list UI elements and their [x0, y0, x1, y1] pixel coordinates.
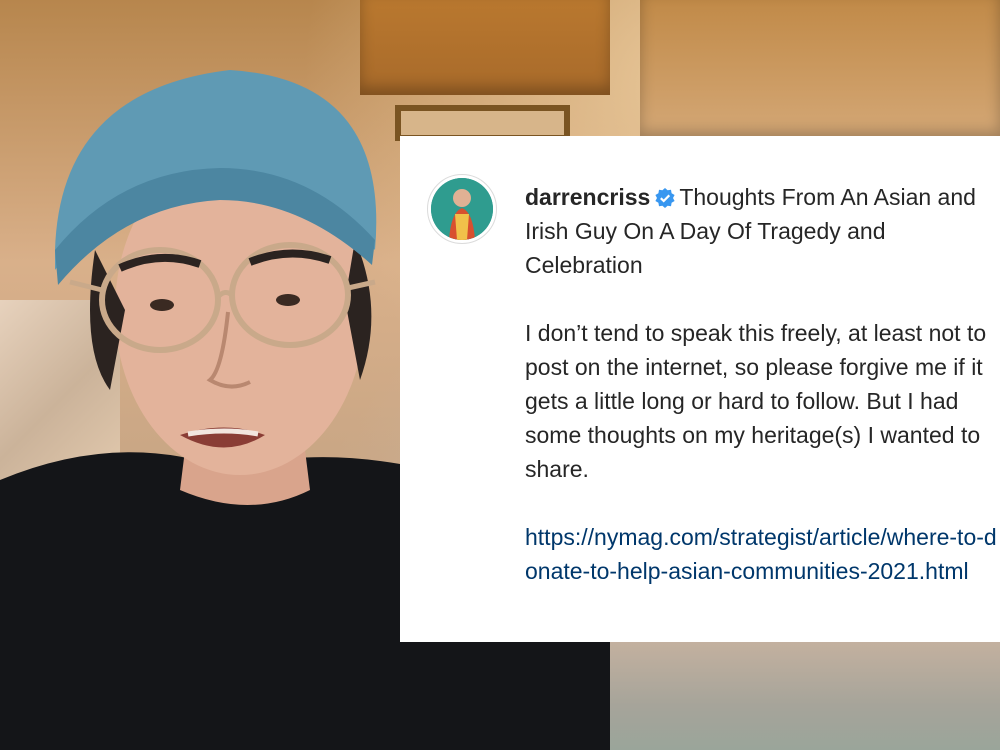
wood-panel-right — [640, 0, 1000, 140]
verified-badge-icon — [655, 188, 675, 208]
post-body: I don’t tend to speak this freely, at le… — [525, 320, 987, 482]
post-link[interactable]: https://nymag.com/strategist/article/whe… — [525, 520, 1000, 588]
avatar-image — [431, 178, 493, 240]
floor-area — [610, 640, 1000, 750]
post-caption: darrencriss Thoughts From An Asian and Ir… — [525, 180, 1000, 588]
username-link[interactable]: darrencriss — [525, 184, 650, 210]
instagram-post-card: darrencriss Thoughts From An Asian and Ir… — [400, 136, 1000, 642]
avatar[interactable] — [427, 174, 497, 244]
